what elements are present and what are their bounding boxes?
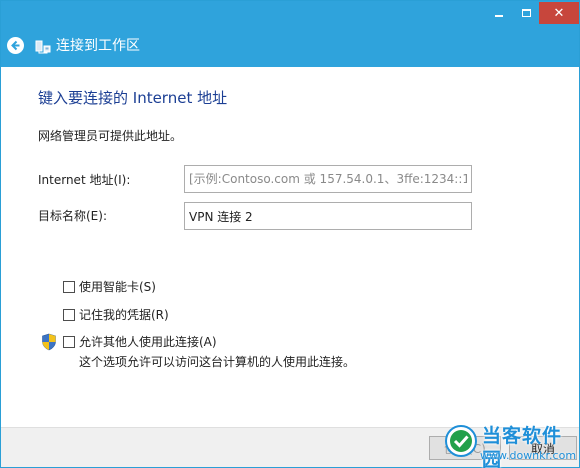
back-arrow-icon [11, 40, 20, 51]
watermark-url: www.downkr.com [480, 449, 577, 462]
watermark-logo [445, 425, 477, 457]
destination-name-label: 目标名称(E): [38, 209, 107, 223]
title-bar: ✕ 连接到工作区 [1, 1, 579, 67]
destination-name-input[interactable] [184, 202, 472, 230]
remember-credentials-label: 记住我的凭据(R) [79, 308, 169, 322]
close-button[interactable]: ✕ [539, 2, 579, 24]
minimize-icon [494, 15, 503, 17]
site-watermark: 当客软件园 www.downkr.com [440, 422, 580, 468]
internet-address-input[interactable] [184, 165, 472, 193]
remember-credentials-checkbox[interactable] [63, 309, 75, 321]
smart-card-option[interactable]: 使用智能卡(S) [63, 279, 156, 295]
smart-card-label: 使用智能卡(S) [79, 280, 156, 294]
smart-card-checkbox[interactable] [63, 281, 75, 293]
wizard-header: 连接到工作区 [1, 33, 579, 61]
remember-credentials-option[interactable]: 记住我的凭据(R) [63, 307, 169, 323]
network-connection-icon [35, 40, 51, 54]
maximize-button[interactable] [513, 2, 540, 24]
page-heading: 键入要连接的 Internet 地址 [38, 89, 228, 107]
allow-others-option[interactable]: 允许其他人使用此连接(A) [63, 334, 217, 350]
allow-others-description: 这个选项允许可以访问这台计算机的人使用此连接。 [79, 355, 356, 369]
minimize-button[interactable] [485, 2, 512, 24]
back-button[interactable] [7, 37, 24, 54]
close-icon: ✕ [553, 5, 565, 21]
wizard-title: 连接到工作区 [56, 38, 140, 54]
allow-others-checkbox[interactable] [63, 336, 75, 348]
maximize-icon [522, 9, 531, 17]
allow-others-label: 允许其他人使用此连接(A) [79, 335, 217, 349]
uac-shield-icon [42, 333, 56, 351]
connect-to-workplace-dialog: ✕ 连接到工作区 键入要连接的 Internet 地址 网络管理员可提供此地址。… [0, 0, 580, 468]
wizard-content: 键入要连接的 Internet 地址 网络管理员可提供此地址。 Internet… [1, 67, 579, 427]
address-note: 网络管理员可提供此地址。 [38, 129, 183, 143]
internet-address-label: Internet 地址(I): [38, 173, 131, 187]
